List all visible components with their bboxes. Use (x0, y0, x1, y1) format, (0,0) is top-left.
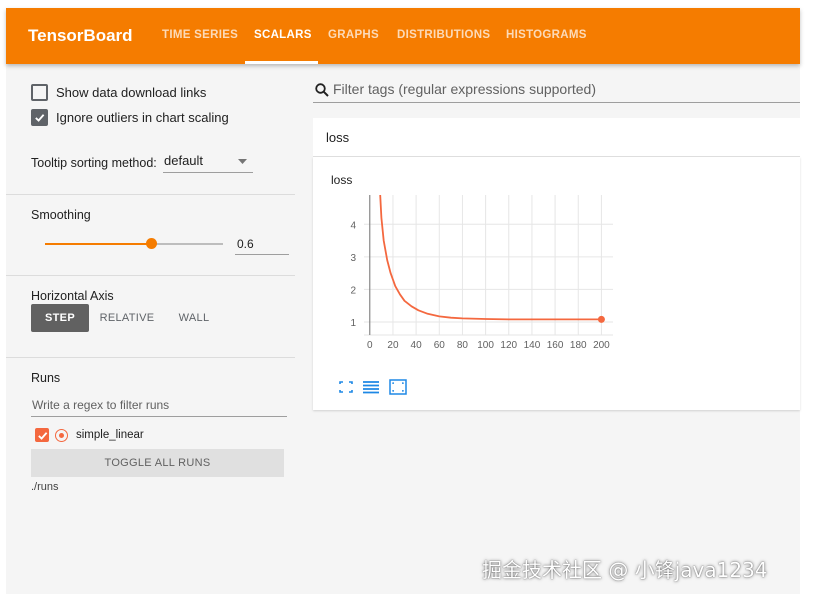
run-color-radio[interactable] (55, 428, 68, 442)
x-tick-label: 140 (524, 340, 541, 351)
watermark-text: 掘金技术社区 @ 小锋java1234 (482, 558, 768, 582)
ignore-outliers-label: Ignore outliers in chart scaling (56, 110, 229, 125)
smoothing-slider-fill (45, 243, 151, 245)
tooltip-sorting-dropdown[interactable]: default (163, 150, 253, 173)
axis-relative-button[interactable]: RELATIVE (97, 304, 157, 332)
show-download-links-option[interactable]: Show data download links (31, 84, 206, 101)
sidebar: Show data download links Ignore outliers… (6, 64, 295, 594)
checkmark-icon (35, 114, 45, 122)
x-tick-label: 160 (547, 340, 564, 351)
x-tick-label: 100 (477, 340, 494, 351)
tab-histograms[interactable]: HISTOGRAMS (506, 29, 587, 41)
divider (6, 194, 295, 195)
brand-title: TensorBoard (28, 26, 133, 45)
active-tab-indicator (245, 61, 318, 64)
category-header[interactable]: loss (313, 118, 800, 157)
main-panel: Filter tags (regular expressions support… (295, 64, 800, 594)
fit-domain-icon[interactable] (389, 379, 407, 395)
toggle-all-runs-button[interactable]: TOGGLE ALL RUNS (31, 449, 284, 477)
show-download-links-checkbox[interactable] (31, 84, 48, 101)
tooltip-sorting-value: default (164, 153, 204, 168)
show-download-links-label: Show data download links (56, 85, 207, 100)
smoothing-value: 0.6 (237, 237, 254, 251)
x-tick-label: 200 (593, 340, 610, 351)
y-tick-label: 1 (350, 318, 356, 329)
horizontal-axis-label: Horizontal Axis (31, 289, 114, 303)
run-item[interactable]: simple_linear (35, 428, 144, 442)
checkmark-icon (37, 431, 47, 440)
run-checkbox[interactable] (35, 428, 49, 442)
x-tick-label: 120 (500, 340, 517, 351)
divider (6, 357, 295, 358)
tab-graphs[interactable]: GRAPHS (328, 29, 379, 41)
top-toolbar: TensorBoard TIME SERIES SCALARS GRAPHS D… (6, 8, 800, 64)
series-end-point (597, 315, 605, 323)
tag-filter-input[interactable]: Filter tags (regular expressions support… (313, 80, 800, 103)
x-tick-label: 60 (434, 340, 446, 351)
runs-regex-placeholder: Write a regex to filter runs (32, 398, 170, 412)
smoothing-slider-thumb[interactable] (146, 238, 157, 249)
ignore-outliers-option[interactable]: Ignore outliers in chart scaling (31, 109, 229, 126)
tab-time-series[interactable]: TIME SERIES (162, 29, 238, 41)
chart-card: loss 0 20 40 60 80 100 120 140 160 180 200 1 2 3 4 (313, 157, 800, 410)
tag-filter-placeholder: Filter tags (regular expressions support… (333, 81, 597, 97)
tab-scalars[interactable]: SCALARS (254, 29, 312, 41)
smoothing-label: Smoothing (31, 208, 91, 222)
axis-step-button[interactable]: STEP (31, 304, 89, 332)
y-tick-label: 2 (350, 285, 356, 296)
x-tick-label: 20 (387, 340, 399, 351)
runs-regex-input[interactable]: Write a regex to filter runs (31, 391, 287, 417)
run-name: simple_linear (76, 429, 144, 441)
tooltip-sorting-label: Tooltip sorting method: (31, 156, 157, 170)
runs-label: Runs (31, 371, 61, 385)
axis-wall-button[interactable]: WALL (169, 304, 219, 332)
y-tick-label: 4 (350, 220, 356, 231)
tensorboard-app: TensorBoard TIME SERIES SCALARS GRAPHS D… (6, 8, 800, 594)
smoothing-slider-track[interactable] (151, 243, 223, 245)
fullscreen-icon[interactable] (337, 379, 355, 395)
x-tick-label: 80 (457, 340, 469, 351)
x-tick-label: 180 (570, 340, 587, 351)
list-icon[interactable] (362, 379, 380, 395)
y-tick-label: 3 (350, 253, 356, 264)
x-tick-label: 40 (411, 340, 423, 351)
loss-chart[interactable]: 0 20 40 60 80 100 120 140 160 180 200 1 2 3 4 (313, 157, 800, 410)
smoothing-value-input[interactable]: 0.6 (235, 234, 289, 255)
divider (6, 275, 295, 276)
chevron-down-icon (238, 159, 247, 164)
category-title: loss (326, 130, 350, 145)
x-tick-label: 0 (367, 340, 373, 351)
search-icon (315, 83, 329, 97)
runs-directory: ./runs (31, 481, 59, 493)
tab-distributions[interactable]: DISTRIBUTIONS (397, 29, 490, 41)
ignore-outliers-checkbox[interactable] (31, 109, 48, 126)
